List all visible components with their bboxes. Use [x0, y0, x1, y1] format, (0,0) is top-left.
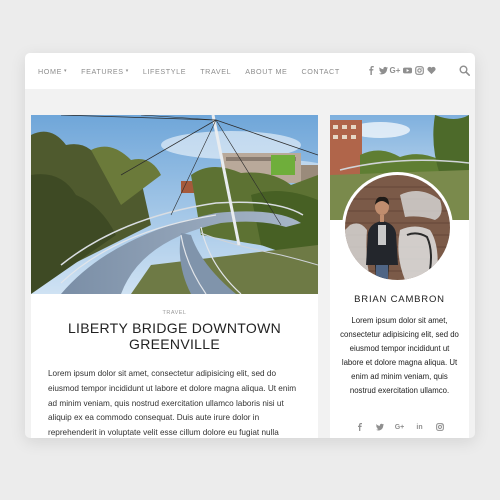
nav-item-about-me[interactable]: ABOUT ME: [245, 67, 287, 76]
nav-item-home[interactable]: HOME ▾: [38, 67, 67, 76]
post-featured-image[interactable]: [31, 115, 318, 294]
post-title[interactable]: LIBERTY BRIDGE DOWNTOWN GREENVILLE: [51, 320, 298, 352]
post-category[interactable]: TRAVEL: [31, 310, 318, 316]
nav-item-label: FEATURES: [81, 66, 124, 76]
post-excerpt: Lorem ipsum dolor sit amet, consectetur …: [48, 369, 297, 438]
nav-item-label: ABOUT ME: [245, 66, 288, 76]
google-plus-icon[interactable]: G+: [393, 421, 407, 433]
author-social-links: G+ in: [330, 421, 469, 433]
twitter-icon[interactable]: [378, 64, 388, 76]
header-social-links: G+: [366, 64, 438, 76]
nav-item-label: CONTACT: [301, 66, 340, 76]
nav-item-travel[interactable]: TRAVEL: [200, 67, 231, 76]
main-menu: HOME ▾ FEATURES ▾ LIFESTYLE TRAVEL ABOUT…: [38, 67, 354, 76]
facebook-icon[interactable]: [366, 64, 376, 76]
author-avatar[interactable]: [342, 172, 453, 283]
nav-item-label: TRAVEL: [200, 66, 232, 76]
post-card: TRAVEL LIBERTY BRIDGE DOWNTOWN GREENVILL…: [31, 115, 318, 438]
linkedin-icon[interactable]: in: [413, 421, 427, 433]
search-icon[interactable]: [459, 65, 470, 76]
about-author-widget: BRIAN CAMBRON Lorem ipsum dolor sit amet…: [330, 115, 469, 438]
google-plus-icon[interactable]: G+: [390, 64, 401, 76]
nav-item-label: LIFESTYLE: [142, 66, 187, 76]
nav-item-contact[interactable]: CONTACT: [301, 67, 339, 76]
nav-item-features[interactable]: FEATURES ▾: [81, 67, 129, 76]
chevron-down-icon: ▾: [63, 68, 68, 74]
instagram-icon[interactable]: [414, 64, 424, 76]
twitter-icon[interactable]: [373, 421, 387, 433]
nav-item-label: HOME: [38, 66, 62, 76]
author-name: BRIAN CAMBRON: [354, 294, 445, 305]
author-bio: Lorem ipsum dolor sit amet, consectetur …: [340, 316, 459, 395]
heart-icon[interactable]: [426, 64, 436, 76]
youtube-icon[interactable]: [402, 64, 412, 76]
facebook-icon[interactable]: [353, 421, 367, 433]
instagram-icon[interactable]: [433, 421, 447, 433]
chevron-down-icon: ▾: [125, 68, 129, 74]
browser-window: HOME ▾ FEATURES ▾ LIFESTYLE TRAVEL ABOUT…: [25, 53, 475, 438]
nav-item-lifestyle[interactable]: LIFESTYLE: [143, 67, 186, 76]
top-navbar: HOME ▾ FEATURES ▾ LIFESTYLE TRAVEL ABOUT…: [25, 53, 475, 89]
